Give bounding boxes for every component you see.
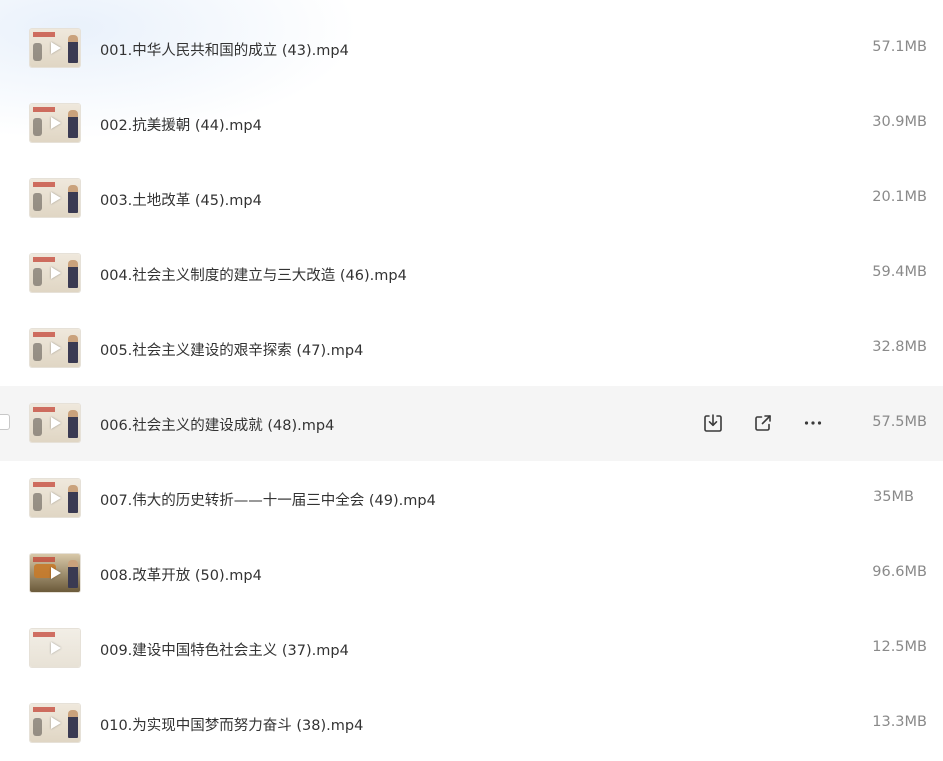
file-row[interactable]: 004.社会主义制度的建立与三大改造 (46).mp4 59.4MB [0,236,943,311]
select-checkbox[interactable] [0,414,10,430]
file-name[interactable]: 007.伟大的历史转折——十一届三中全会 (49).mp4 [100,489,436,510]
video-thumbnail[interactable] [30,404,80,442]
play-icon [51,342,61,354]
file-size: 20.1MB [872,189,927,205]
file-row[interactable]: 002.抗美援朝 (44).mp4 30.9MB [0,86,943,161]
video-thumbnail[interactable] [30,179,80,217]
file-size: 13.3MB [872,714,927,730]
file-size: 59.4MB [872,264,927,280]
play-icon [51,717,61,729]
play-icon [51,192,61,204]
file-row[interactable]: 008.改革开放 (50).mp4 96.6MB [0,536,943,611]
play-icon [51,267,61,279]
video-thumbnail[interactable] [30,254,80,292]
file-name[interactable]: 003.土地改革 (45).mp4 [100,189,262,210]
file-name[interactable]: 006.社会主义的建设成就 (48).mp4 [100,414,334,435]
file-row[interactable]: 003.土地改革 (45).mp4 20.1MB [0,161,943,236]
play-icon [51,642,61,654]
file-name[interactable]: 001.中华人民共和国的成立 (43).mp4 [100,39,349,60]
video-thumbnail[interactable] [30,629,80,667]
file-name[interactable]: 004.社会主义制度的建立与三大改造 (46).mp4 [100,264,407,285]
file-row[interactable]: 007.伟大的历史转折——十一届三中全会 (49).mp4 35MB [0,461,943,536]
file-size: 30.9MB [872,114,927,130]
video-thumbnail[interactable] [30,29,80,67]
file-row[interactable]: 009.建设中国特色社会主义 (37).mp4 12.5MB [0,611,943,686]
file-size: 35MB [873,489,914,505]
video-thumbnail[interactable] [30,104,80,142]
file-list: 001.中华人民共和国的成立 (43).mp4 57.1MB 002.抗美援朝 … [0,11,943,761]
play-icon [51,117,61,129]
file-name[interactable]: 010.为实现中国梦而努力奋斗 (38).mp4 [100,714,363,735]
more-button[interactable] [800,410,826,436]
file-name[interactable]: 009.建设中国特色社会主义 (37).mp4 [100,639,349,660]
file-row[interactable]: 001.中华人民共和国的成立 (43).mp4 57.1MB [0,11,943,86]
play-icon [51,42,61,54]
file-name[interactable]: 002.抗美援朝 (44).mp4 [100,114,262,135]
video-thumbnail[interactable] [30,329,80,367]
share-button[interactable] [750,410,776,436]
file-name[interactable]: 008.改革开放 (50).mp4 [100,564,262,585]
video-thumbnail[interactable] [30,704,80,742]
play-icon [51,567,61,579]
more-icon [804,421,822,425]
video-thumbnail[interactable] [30,554,80,592]
file-row-hovered[interactable]: 006.社会主义的建设成就 (48).mp4 57.5MB [0,386,943,461]
file-size: 57.1MB [872,39,927,55]
video-thumbnail[interactable] [30,479,80,517]
play-icon [51,492,61,504]
file-size: 32.8MB [872,339,927,355]
file-row[interactable]: 005.社会主义建设的艰辛探索 (47).mp4 32.8MB [0,311,943,386]
file-name[interactable]: 005.社会主义建设的艰辛探索 (47).mp4 [100,339,363,360]
play-icon [51,417,61,429]
file-size: 96.6MB [872,564,927,580]
file-size: 57.5MB [872,414,927,430]
share-icon [755,415,771,431]
download-button[interactable] [700,410,726,436]
download-icon [704,414,722,432]
file-size: 12.5MB [872,639,927,655]
